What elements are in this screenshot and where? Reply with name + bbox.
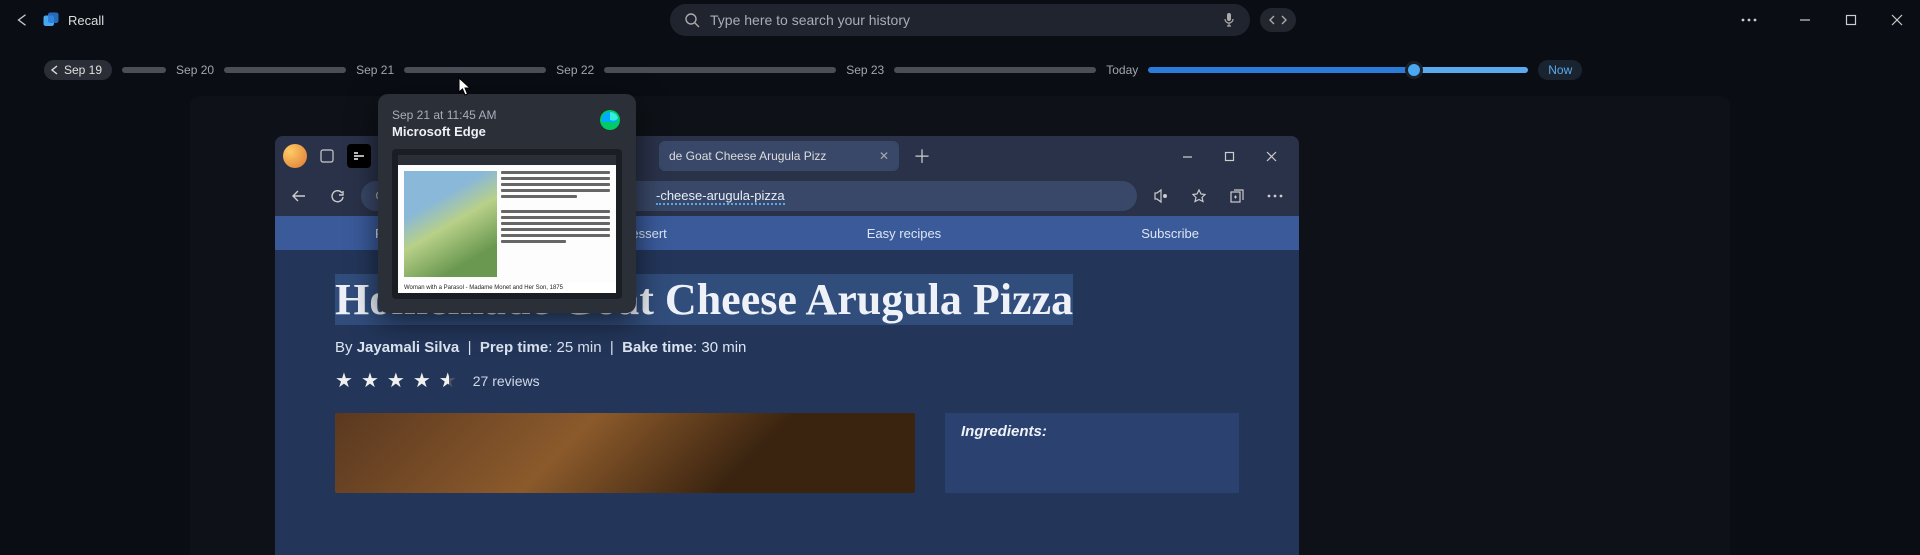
nav-back-button[interactable] — [285, 182, 313, 210]
search-input[interactable] — [710, 12, 1214, 28]
review-count: 27 reviews — [473, 373, 540, 389]
window-controls — [1726, 0, 1920, 40]
star-icon: ★ — [413, 368, 431, 393]
read-aloud-icon[interactable] — [1147, 182, 1175, 210]
minimize-button[interactable] — [1782, 0, 1828, 40]
timeline-bar[interactable] — [404, 67, 546, 73]
timeline-preview-card[interactable]: Sep 21 at 11:45 AM Microsoft Edge Woman … — [378, 94, 636, 313]
timeline-day-sep-21[interactable]: Sep 21 — [356, 63, 394, 77]
tab-actions-icon[interactable] — [315, 144, 339, 168]
chevron-left-icon — [50, 65, 60, 75]
star-icon: ★ — [335, 368, 353, 393]
titlebar: Recall — [0, 0, 1920, 40]
edge-close-button[interactable] — [1251, 136, 1291, 176]
timeline-bar[interactable] — [224, 67, 346, 73]
maximize-button[interactable] — [1828, 0, 1874, 40]
search-icon — [684, 12, 700, 28]
star-half-icon: ★★ — [439, 368, 459, 393]
collections-icon[interactable] — [1223, 182, 1251, 210]
star-icon: ★ — [361, 368, 379, 393]
tab-title: de Goat Cheese Arugula Pizz — [669, 149, 826, 163]
timeline-day-sep-20[interactable]: Sep 20 — [176, 63, 214, 77]
mic-icon[interactable] — [1222, 12, 1236, 28]
more-button[interactable] — [1726, 0, 1772, 40]
browser-tab[interactable]: de Goat Cheese Arugula Pizz ✕ — [659, 141, 899, 171]
tab-close-icon[interactable]: ✕ — [879, 149, 889, 163]
refresh-button[interactable] — [323, 182, 351, 210]
thumbnail-image — [404, 171, 497, 277]
ingredients-heading: Ingredients: — [961, 423, 1223, 440]
recipe-image — [335, 413, 915, 493]
edge-minimize-button[interactable] — [1167, 136, 1207, 176]
timeline-scrubber[interactable] — [1405, 61, 1423, 79]
url-text: -cheese-arugula-pizza — [656, 188, 785, 205]
timeline-bar[interactable] — [122, 67, 166, 73]
timeline-bar[interactable] — [604, 67, 836, 73]
ingredients-panel: Ingredients: — [945, 413, 1239, 493]
timeline-today-bar[interactable] — [1148, 67, 1528, 73]
timeline[interactable]: Sep 19 Sep 20 Sep 21 Sep 22 Sep 23 Today… — [0, 40, 1920, 80]
cursor-icon — [458, 77, 472, 97]
new-tab-button[interactable]: ＋ — [907, 143, 937, 169]
back-button[interactable] — [8, 6, 36, 34]
edge-maximize-button[interactable] — [1209, 136, 1249, 176]
timeline-now-button[interactable]: Now — [1538, 60, 1582, 80]
search-bar[interactable] — [670, 4, 1250, 36]
timeline-today-label[interactable]: Today — [1106, 63, 1138, 77]
edge-menu-button[interactable] — [1261, 182, 1289, 210]
nav-easy-recipes[interactable]: Easy recipes — [867, 226, 941, 241]
star-icon: ★ — [387, 368, 405, 393]
recall-app-icon — [42, 11, 60, 29]
profile-avatar[interactable] — [283, 144, 307, 168]
preview-thumbnail: Woman with a Parasol - Madame Monet and … — [392, 149, 622, 299]
vertical-tabs-icon[interactable] — [347, 144, 371, 168]
app-title: Recall — [68, 13, 104, 28]
thumbnail-caption: Woman with a Parasol - Madame Monet and … — [398, 283, 616, 293]
rating-row: ★ ★ ★ ★ ★★ 27 reviews — [335, 368, 1239, 393]
close-button[interactable] — [1874, 0, 1920, 40]
timeline-day-sep-23[interactable]: Sep 23 — [846, 63, 884, 77]
edge-logo-icon — [598, 108, 622, 132]
favorites-icon[interactable] — [1185, 182, 1213, 210]
snap-layouts-button[interactable] — [1260, 8, 1296, 32]
timeline-day-sep-22[interactable]: Sep 22 — [556, 63, 594, 77]
timeline-day-sep-19[interactable]: Sep 19 — [44, 60, 112, 80]
preview-timestamp: Sep 21 at 11:45 AM — [392, 108, 622, 122]
nav-subscribe[interactable]: Subscribe — [1141, 226, 1199, 241]
timeline-bar[interactable] — [894, 67, 1096, 73]
recipe-meta: By Jayamali Silva | Prep time: 25 min | … — [335, 339, 1239, 356]
preview-app-name: Microsoft Edge — [392, 124, 622, 139]
